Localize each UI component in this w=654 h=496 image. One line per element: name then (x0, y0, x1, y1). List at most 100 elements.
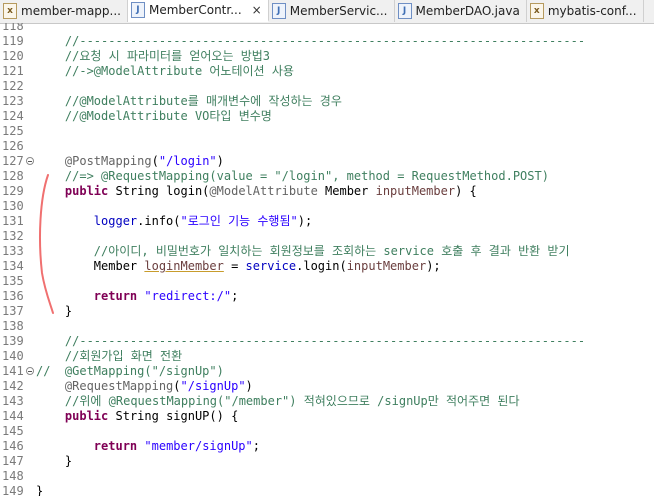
code-token: //@ModelAttribute VO타입 변수명 (36, 109, 272, 123)
line-number: 143 (2, 394, 24, 408)
code-text: //요청 시 파라미터를 얻어오는 방법3 (36, 49, 270, 64)
code-line: 130 (0, 199, 654, 214)
line-number: 129 (2, 184, 24, 198)
tab-2[interactable]: J MemberServic... (269, 0, 395, 22)
fold-collapse-icon[interactable] (26, 367, 34, 375)
code-token: //회원가입 화면 전환 (36, 349, 183, 363)
line-number: 130 (2, 199, 24, 213)
code-token: //->@ModelAttribute 어노테이션 사용 (36, 64, 294, 78)
code-token: //@ModelAttribute를 매개변수에 작성하는 경우 (36, 94, 342, 108)
code-text: //--------------------------------------… (36, 34, 585, 49)
tab-label: member-mapp... (21, 4, 121, 18)
line-number: 144 (2, 409, 24, 423)
code-line: 126 (0, 139, 654, 154)
code-token: // @GetMapping("/signUp") (36, 364, 224, 378)
line-number: 119 (2, 34, 24, 48)
line-number: 127 (2, 154, 24, 168)
java-file-icon: J (271, 3, 286, 19)
code-token: ) (216, 154, 224, 168)
code-token: @PostMapping (64, 154, 152, 168)
code-editor[interactable]: 118 119 //-------------------------------… (0, 23, 654, 496)
code-line: 137 } (0, 304, 654, 319)
code-line: 149} (0, 484, 654, 496)
code-token: = (223, 259, 246, 273)
code-token: } (36, 484, 44, 496)
line-number: 138 (2, 319, 24, 333)
code-text: // @GetMapping("/signUp") (36, 364, 224, 379)
line-number: 147 (2, 454, 24, 468)
code-token: logger (93, 214, 138, 228)
line-number: 149 (2, 484, 24, 496)
code-line: 118 (0, 23, 654, 34)
close-tab-icon[interactable]: × (252, 3, 262, 17)
code-text: } (36, 484, 43, 496)
code-text: //--------------------------------------… (36, 334, 585, 349)
line-number: 122 (2, 79, 24, 93)
tab-1[interactable]: J MemberContr... × (127, 0, 269, 22)
code-text: return "redirect:/"; (36, 289, 239, 304)
code-token: .info( (137, 214, 181, 228)
tab-label: MemberServic... (289, 4, 388, 18)
code-token: //위에 @RequestMapping("/member") 적혀있으므로 /… (36, 394, 520, 408)
line-number: 136 (2, 289, 24, 303)
code-token: ; (231, 289, 239, 303)
tab-label: mybatis-conf... (547, 4, 637, 18)
code-token: loginMember (144, 259, 224, 273)
line-number: 146 (2, 439, 24, 453)
code-token: ); (297, 214, 313, 228)
tab-3[interactable]: J MemberDAO.java (395, 0, 527, 22)
code-token: ) (245, 379, 253, 393)
code-token: //--------------------------------------… (36, 34, 586, 48)
code-token: //--------------------------------------… (36, 334, 586, 348)
tab-0[interactable]: x member-mapp... (0, 0, 128, 22)
code-token: @ModelAttribute (209, 184, 318, 198)
line-number: 124 (2, 109, 24, 123)
code-text: @RequestMapping("/signUp") (36, 379, 253, 394)
code-token: public (64, 184, 109, 198)
code-line: 123 //@ModelAttribute를 매개변수에 작성하는 경우 (0, 94, 654, 109)
code-token: @RequestMapping (64, 379, 174, 393)
code-token: //=> @RequestMapping(value = "/login", m… (36, 169, 549, 183)
code-line: 142 @RequestMapping("/signUp") (0, 379, 654, 394)
tab-4[interactable]: x mybatis-conf... (527, 0, 644, 22)
line-number: 126 (2, 139, 24, 153)
code-token: "redirect:/" (144, 289, 232, 303)
code-text: return "member/signUp"; (36, 439, 260, 454)
code-line: 145 (0, 424, 654, 439)
code-line: 132 (0, 229, 654, 244)
line-number: 132 (2, 229, 24, 243)
code-token: return (93, 439, 138, 453)
tab-label: MemberContr... (148, 3, 242, 17)
code-text: logger.info("로그인 기능 수행됨"); (36, 214, 312, 229)
java-file-icon: J (130, 2, 145, 18)
code-text: Member loginMember = service.login(input… (36, 259, 441, 274)
code-token: public (64, 409, 109, 423)
code-text: //위에 @RequestMapping("/member") 적혀있으므로 /… (36, 394, 520, 409)
fold-collapse-icon[interactable] (26, 157, 34, 165)
code-text: //@ModelAttribute VO타입 변수명 (36, 109, 272, 124)
code-line: 143 //위에 @RequestMapping("/member") 적혀있으… (0, 394, 654, 409)
code-token: Member (36, 259, 145, 273)
code-line: 138 (0, 319, 654, 334)
code-token: String login( (108, 184, 210, 198)
java-file-icon: J (397, 3, 412, 19)
code-line: 129 public String login(@ModelAttribute … (0, 184, 654, 199)
code-line: 146 return "member/signUp"; (0, 439, 654, 454)
code-line: 120 //요청 시 파라미터를 얻어오는 방법3 (0, 49, 654, 64)
code-line: 125 (0, 124, 654, 139)
code-token: Member (317, 184, 376, 198)
code-token: ( (173, 379, 181, 393)
line-number: 139 (2, 334, 24, 348)
code-text: //회원가입 화면 전환 (36, 349, 182, 364)
code-token: inputMember (375, 184, 456, 198)
code-token: } (36, 454, 73, 468)
line-number: 118 (2, 23, 24, 33)
code-line: 135 (0, 274, 654, 289)
xml-file-icon: x (3, 3, 17, 19)
code-line: 140 //회원가입 화면 전환 (0, 349, 654, 364)
